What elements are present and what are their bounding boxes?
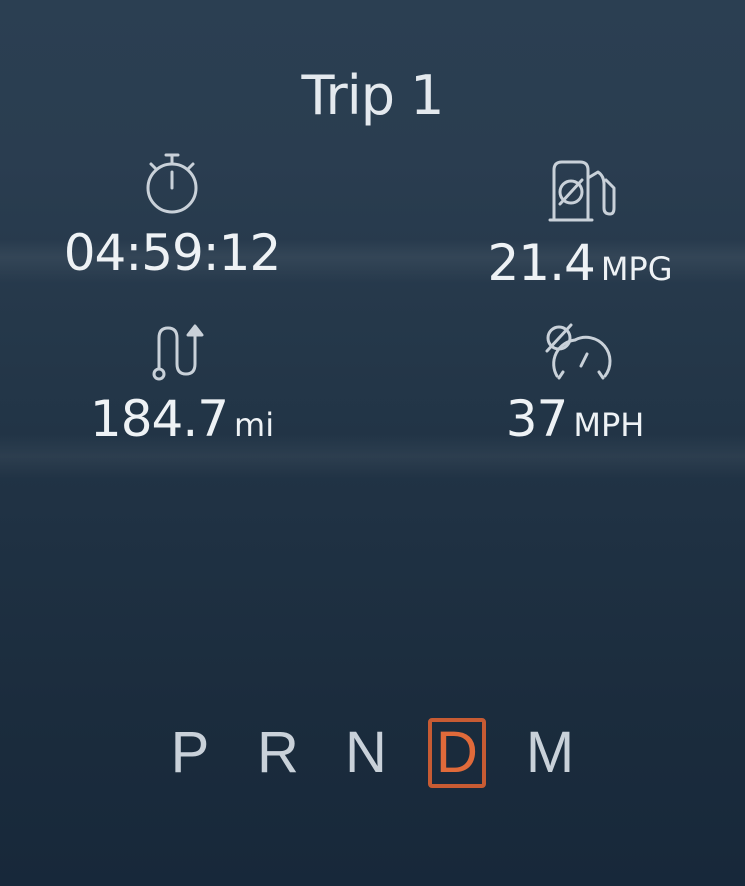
distance-unit: mi <box>234 406 275 444</box>
gear-r: R <box>257 720 299 785</box>
gear-selector: P R N D M <box>160 718 600 790</box>
gear-p: P <box>170 720 210 785</box>
elapsed-time-metric: 04:59:12 <box>22 150 322 278</box>
fuel-economy-readout: 21.4 MPG <box>430 238 730 288</box>
gear-d-selected: D <box>428 718 486 788</box>
fuel-pump-average-icon <box>548 160 616 222</box>
gear-m: M <box>525 720 575 785</box>
average-speed-value: 37 <box>505 390 569 448</box>
average-speed-readout: 37 MPH <box>425 394 725 444</box>
average-speed-unit: MPH <box>573 406 645 444</box>
average-speed-metric: 37 MPH <box>425 318 725 444</box>
route-distance-icon <box>152 324 204 381</box>
average-speed-gauge-icon <box>545 323 612 380</box>
fuel-economy-unit: MPG <box>600 250 673 288</box>
stopwatch-icon <box>146 153 198 214</box>
distance-value: 184.7 <box>89 390 229 448</box>
fuel-economy-value: 21.4 <box>487 234 595 292</box>
elapsed-time-value: 04:59:12 <box>63 224 282 282</box>
trip-computer-screen: Trip 1 04:59:12 21.4 MPG 184.7 mi 37 MPH… <box>0 0 745 886</box>
fuel-economy-metric: 21.4 MPG <box>430 158 730 288</box>
distance-metric: 184.7 mi <box>32 318 332 444</box>
distance-readout: 184.7 mi <box>32 394 332 444</box>
trip-title: Trip 1 <box>301 64 444 127</box>
gear-n: N <box>345 720 387 785</box>
